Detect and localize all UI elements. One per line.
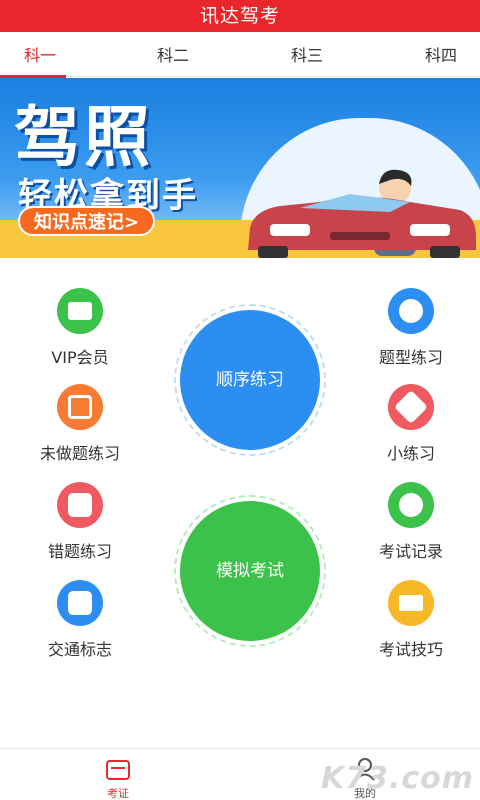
traffic-signs-entry[interactable]: 交通标志 bbox=[0, 580, 160, 660]
question-type-entry[interactable]: 题型练习 bbox=[331, 288, 480, 368]
banner-knowledge-button[interactable]: 知识点速记> bbox=[18, 206, 156, 236]
mini-practice-entry[interactable]: 小练习 bbox=[331, 384, 480, 464]
tab-subject-4[interactable]: 科四 bbox=[381, 32, 480, 77]
crown-icon bbox=[388, 580, 434, 626]
exam-tips-entry[interactable]: 考试技巧 bbox=[331, 580, 480, 660]
exam-record-label: 考试记录 bbox=[378, 542, 443, 561]
undone-practice-label: 未做题练习 bbox=[39, 444, 120, 463]
app-title: 讯达驾考 bbox=[0, 0, 480, 32]
mock-exam-ring-decoration bbox=[174, 495, 326, 647]
exam-card-icon bbox=[106, 760, 130, 780]
tab-subject-2[interactable]: 科二 bbox=[113, 32, 233, 77]
practice-grid: VIP会员 未做题练习 错题练习 交通标志 题型练习 小练习 考试记录 考试技巧… bbox=[0, 258, 480, 748]
mock-exam-button[interactable]: 模拟考试 bbox=[174, 495, 326, 647]
subject-tabs: 科一 科二 科三 科四 bbox=[0, 32, 480, 78]
undone-practice-entry[interactable]: 未做题练习 bbox=[0, 384, 160, 464]
question-type-label: 题型练习 bbox=[378, 348, 443, 367]
star-icon bbox=[388, 288, 434, 334]
wrong-practice-label: 错题练习 bbox=[47, 542, 112, 561]
list-icon bbox=[57, 384, 103, 430]
tab-subject-1[interactable]: 科一 bbox=[0, 32, 100, 78]
alert-icon bbox=[388, 482, 434, 528]
vip-card-icon bbox=[57, 288, 103, 334]
chart-icon bbox=[57, 482, 103, 528]
sequential-practice-button[interactable]: 顺序练习 bbox=[174, 304, 326, 456]
car-illustration bbox=[248, 194, 476, 258]
wrong-practice-entry[interactable]: 错题练习 bbox=[0, 482, 160, 562]
bottom-nav: 考证 我的 K73.com bbox=[0, 748, 480, 800]
exam-tips-label: 考试技巧 bbox=[378, 640, 443, 659]
exam-record-entry[interactable]: 考试记录 bbox=[331, 482, 480, 562]
traffic-signs-label: 交通标志 bbox=[47, 640, 112, 659]
watermark-logo: K73.com bbox=[320, 761, 474, 796]
mini-practice-label: 小练习 bbox=[386, 444, 435, 463]
vip-member-entry[interactable]: VIP会员 bbox=[0, 288, 160, 368]
banner-title: 驾照 bbox=[14, 98, 154, 176]
nav-exam-label: 考证 bbox=[107, 787, 129, 800]
tab-subject-3[interactable]: 科三 bbox=[247, 32, 367, 77]
nav-item-exam[interactable]: 考证 bbox=[78, 749, 158, 800]
promo-banner[interactable]: 驾照 轻松拿到手 知识点速记> bbox=[0, 78, 480, 258]
traffic-sign-icon bbox=[57, 580, 103, 626]
vip-member-label: VIP会员 bbox=[51, 348, 109, 367]
sequential-ring-decoration bbox=[174, 304, 326, 456]
tag-icon bbox=[388, 384, 434, 430]
